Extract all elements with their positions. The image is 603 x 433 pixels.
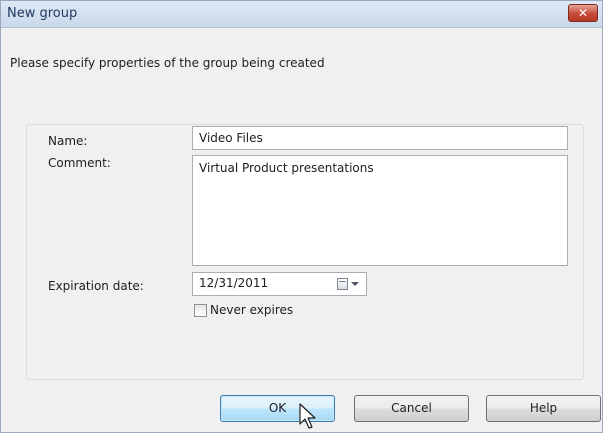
help-button[interactable]: Help (486, 395, 601, 422)
comment-textarea[interactable]: Virtual Product presentations (192, 155, 568, 266)
comment-label: Comment: (48, 156, 111, 170)
title-bar[interactable]: New group ✕ (1, 1, 602, 28)
expiration-date-label: Expiration date: (48, 279, 144, 293)
expiration-date-picker[interactable]: 12/31/2011 (192, 272, 367, 296)
close-button[interactable]: ✕ (568, 4, 598, 22)
chevron-down-icon[interactable] (351, 282, 359, 286)
close-icon: ✕ (577, 6, 589, 20)
never-expires-label[interactable]: Never expires (210, 303, 293, 317)
instruction-text: Please specify properties of the group b… (10, 56, 325, 70)
name-label: Name: (48, 134, 88, 148)
dialog-title: New group (7, 6, 78, 21)
mouse-pointer-icon (299, 403, 316, 429)
expiration-date-value: 12/31/2011 (199, 276, 269, 290)
never-expires-checkbox[interactable] (194, 304, 207, 317)
help-button-label: Help (529, 401, 558, 415)
new-group-dialog: New group ✕ Please specify properties of… (0, 0, 603, 433)
ok-button[interactable]: OK (220, 395, 335, 422)
dialog-body: Please specify properties of the group b… (1, 28, 602, 432)
calendar-icon[interactable] (337, 278, 348, 290)
name-input[interactable] (192, 126, 568, 150)
cancel-button[interactable]: Cancel (354, 395, 469, 422)
cancel-button-label: Cancel (391, 401, 432, 415)
ok-button-label: OK (268, 401, 287, 415)
